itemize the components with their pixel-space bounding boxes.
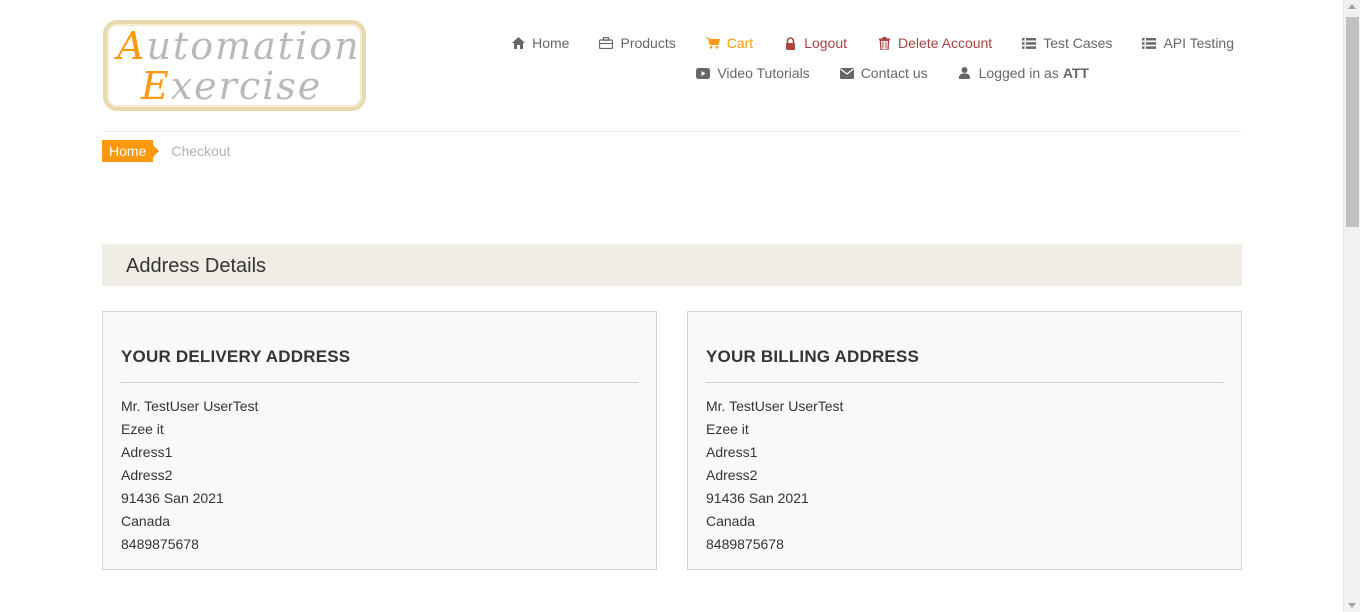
home-icon: [511, 36, 525, 50]
logo-line-1: Automation: [117, 24, 361, 68]
nav-logout[interactable]: Logout: [783, 35, 847, 51]
logo-line-2: Exercise: [141, 64, 323, 108]
billing-address-divider: [706, 382, 1223, 383]
delivery-country: Canada: [121, 513, 171, 529]
trash-icon: [877, 36, 891, 50]
delivery-company: Ezee it: [121, 421, 164, 437]
address-details-heading: Address Details: [102, 244, 1242, 286]
delivery-address-title: YOUR DELIVERY ADDRESS: [121, 347, 351, 366]
nav-video-tutorials[interactable]: Video Tutorials: [696, 65, 810, 81]
billing-company: Ezee it: [706, 421, 749, 437]
page-scrollbar[interactable]: [1343, 0, 1360, 612]
billing-address-title: YOUR BILLING ADDRESS: [706, 347, 920, 366]
billing-address-box: YOUR BILLING ADDRESS Mr. TestUser UserTe…: [687, 311, 1242, 570]
delivery-address2: Adress2: [121, 467, 173, 483]
breadcrumb-home-link[interactable]: Home: [102, 140, 160, 162]
nav-delete-account[interactable]: Delete Account: [877, 35, 992, 51]
delivery-address1: Adress1: [121, 444, 173, 460]
nav-logout-label: Logout: [804, 35, 848, 51]
site-logo[interactable]: Automation Exercise: [103, 20, 366, 111]
shopping-cart-icon: [705, 36, 720, 50]
nav-cart-label: Cart: [726, 35, 754, 51]
delivery-address-divider: [121, 382, 638, 383]
nav-row-1: Home Products Cart Logout Delete Account: [474, 28, 1234, 58]
main-nav: Home Products Cart Logout Delete Account: [474, 28, 1234, 88]
lock-icon: [783, 36, 797, 50]
billing-phone: 8489875678: [706, 536, 784, 552]
billing-city-state-zip: 91436 San 2021: [706, 490, 809, 506]
billing-address1: Adress1: [706, 444, 758, 460]
nav-api-testing-label: API Testing: [1163, 35, 1234, 51]
delivery-phone: 8489875678: [121, 536, 199, 552]
header-divider: [102, 131, 1242, 132]
logged-in-label: Logged in as: [978, 65, 1059, 81]
list-icon: [1142, 36, 1157, 50]
youtube-play-icon: [696, 66, 711, 80]
scroll-down-arrow-icon[interactable]: [1348, 603, 1356, 608]
billing-address-lines: Mr. TestUser UserTest Ezee it Adress1 Ad…: [706, 397, 843, 558]
nav-contact-us[interactable]: Contact us: [839, 65, 928, 81]
nav-logged-in-as: Logged in as ATT: [958, 65, 1089, 81]
nav-contact-us-label: Contact us: [860, 65, 928, 81]
billing-name: Mr. TestUser UserTest: [706, 398, 844, 414]
scrollbar-thumb[interactable]: [1346, 17, 1359, 227]
nav-home-label: Home: [532, 35, 570, 51]
nav-row-2: Video Tutorials Contact us Logged in as …: [474, 58, 1234, 88]
delivery-name: Mr. TestUser UserTest: [121, 398, 259, 414]
address-details-title: Address Details: [126, 255, 267, 277]
billing-country: Canada: [706, 513, 756, 529]
nav-products[interactable]: Products: [599, 35, 676, 51]
delivery-address-lines: Mr. TestUser UserTest Ezee it Adress1 Ad…: [121, 397, 258, 558]
breadcrumb-current: Checkout: [171, 143, 231, 159]
logged-in-username: ATT: [1062, 65, 1089, 81]
breadcrumb: Home Checkout: [102, 140, 231, 162]
billing-address2: Adress2: [706, 467, 758, 483]
list-icon: [1022, 36, 1037, 50]
delivery-address-box: YOUR DELIVERY ADDRESS Mr. TestUser UserT…: [102, 311, 657, 570]
envelope-icon: [839, 66, 854, 80]
nav-cart[interactable]: Cart: [705, 35, 754, 51]
briefcase-icon: [599, 36, 614, 50]
nav-products-label: Products: [620, 35, 676, 51]
nav-video-tutorials-label: Video Tutorials: [717, 65, 810, 81]
scroll-up-arrow-icon[interactable]: [1348, 4, 1356, 9]
nav-api-testing[interactable]: API Testing: [1142, 35, 1234, 51]
delivery-city-state-zip: 91436 San 2021: [121, 490, 224, 506]
nav-test-cases-label: Test Cases: [1043, 35, 1113, 51]
nav-delete-account-label: Delete Account: [898, 35, 993, 51]
nav-test-cases[interactable]: Test Cases: [1022, 35, 1112, 51]
nav-home[interactable]: Home: [511, 35, 569, 51]
user-icon: [958, 66, 972, 80]
